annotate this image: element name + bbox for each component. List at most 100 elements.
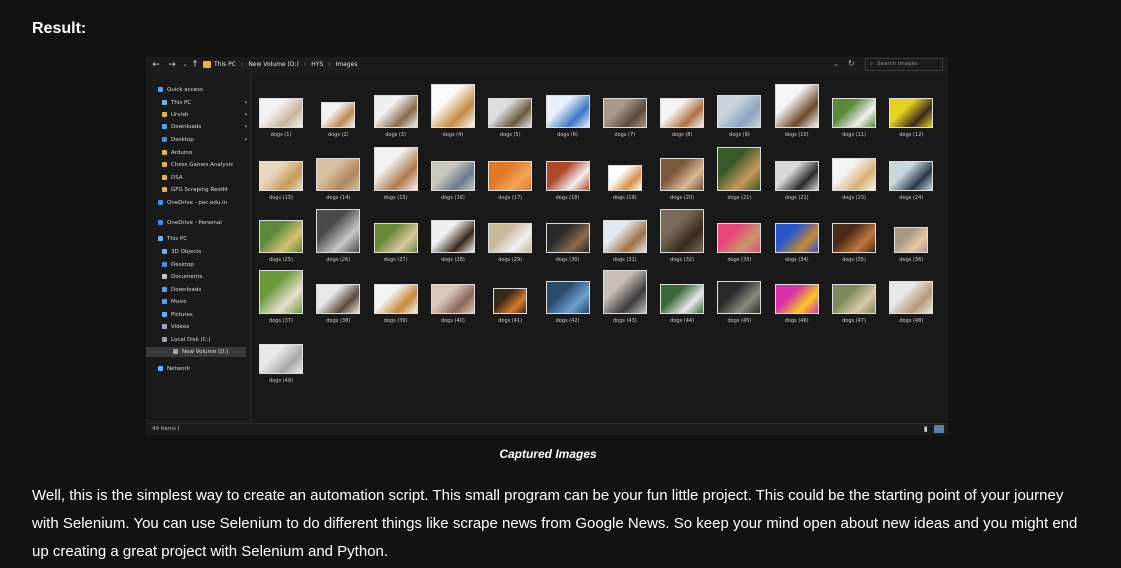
forward-arrow-icon[interactable]: → <box>166 59 178 71</box>
file-item[interactable]: dogs (44) <box>654 266 710 328</box>
pin-icon: ✦ <box>243 137 248 143</box>
file-item[interactable]: dogs (15) <box>368 143 424 205</box>
file-item[interactable]: dogs (34) <box>769 205 825 267</box>
file-item[interactable]: dogs (33) <box>711 205 767 267</box>
refresh-icon[interactable]: ↻ <box>848 59 855 68</box>
sidebar-item[interactable]: Desktop ✦ <box>162 135 252 145</box>
file-item[interactable]: dogs (36) <box>883 205 939 267</box>
sidebar-item[interactable]: OneDrive - Personal <box>158 218 248 228</box>
file-item[interactable]: dogs (18) <box>540 143 596 205</box>
breadcrumb-item[interactable]: HYS <box>311 61 323 68</box>
sidebar-item-label: Local Disk (C:) <box>171 337 211 343</box>
file-item[interactable]: dogs (46) <box>769 266 825 328</box>
details-view-icon[interactable]: ▮ <box>924 425 928 433</box>
breadcrumb-item[interactable]: Images <box>336 61 358 68</box>
file-item[interactable]: dogs (20) <box>654 143 710 205</box>
address-dropdown-icon[interactable]: ⌄ <box>833 60 839 68</box>
file-item[interactable]: dogs (40) <box>425 266 481 328</box>
file-item[interactable]: dogs (47) <box>826 266 882 328</box>
large-icons-view-icon[interactable] <box>934 425 944 433</box>
file-item[interactable]: dogs (12) <box>883 80 939 142</box>
file-item[interactable]: dogs (37) <box>253 266 309 328</box>
file-item[interactable]: dogs (31) <box>597 205 653 267</box>
folder-icon <box>162 175 167 180</box>
sidebar-item[interactable]: Arduino <box>162 148 252 158</box>
file-item[interactable]: dogs (38) <box>310 266 366 328</box>
search-input[interactable]: ⌕ Search Images <box>865 58 943 71</box>
sidebar-item[interactable]: New Volume (D:) <box>146 347 246 357</box>
breadcrumb[interactable]: This PC › New Volume (D:) › HYS › Images <box>214 61 359 68</box>
file-item[interactable]: dogs (24) <box>883 143 939 205</box>
file-item[interactable]: dogs (43) <box>597 266 653 328</box>
sidebar-item[interactable]: 3D Objects <box>162 247 252 257</box>
file-item[interactable]: dogs (42) <box>540 266 596 328</box>
file-item[interactable]: dogs (1) <box>253 80 309 142</box>
file-item[interactable]: dogs (6) <box>540 80 596 142</box>
sidebar-item[interactable]: Network <box>158 364 248 374</box>
file-name: dogs (47) <box>842 318 866 324</box>
file-item[interactable]: dogs (27) <box>368 205 424 267</box>
breadcrumb-item[interactable]: This PC <box>214 61 236 68</box>
sidebar-item[interactable]: Downloads ✦ <box>162 122 252 132</box>
file-item[interactable]: dogs (7) <box>597 80 653 142</box>
file-name: dogs (41) <box>498 318 523 324</box>
sidebar-item[interactable]: Urvish ✦ <box>162 110 252 120</box>
sidebar-item[interactable]: Local Disk (C:) <box>162 335 252 345</box>
file-item[interactable]: dogs (14) <box>310 143 366 205</box>
sidebar-item[interactable]: Chess Games Analysis <box>162 160 252 170</box>
sidebar-item[interactable]: This PC <box>158 234 248 244</box>
sidebar-item[interactable]: GFG Scraping Reddit <box>162 185 252 195</box>
image-thumbnail <box>660 158 705 191</box>
file-item[interactable]: dogs (2) <box>310 80 366 142</box>
file-item[interactable]: dogs (29) <box>482 205 538 267</box>
file-name: dogs (17) <box>498 195 523 201</box>
file-item[interactable]: dogs (13) <box>253 143 309 205</box>
file-item[interactable]: dogs (48) <box>883 266 939 328</box>
file-name: dogs (42) <box>555 318 580 324</box>
sidebar-item[interactable]: Videos <box>162 322 252 332</box>
sidebar-item[interactable]: DSA <box>162 173 252 183</box>
file-name: dogs (31) <box>612 257 637 263</box>
file-item[interactable]: dogs (11) <box>826 80 882 142</box>
file-item[interactable]: dogs (10) <box>769 80 825 142</box>
file-item[interactable]: dogs (39) <box>368 266 424 328</box>
breadcrumb-item[interactable]: New Volume (D:) <box>248 61 299 68</box>
image-thumbnail <box>373 95 418 128</box>
file-item[interactable]: dogs (23) <box>826 143 882 205</box>
file-item[interactable]: dogs (4) <box>425 80 481 142</box>
file-item[interactable]: dogs (45) <box>711 266 767 328</box>
image-thumbnail <box>545 95 590 128</box>
file-item[interactable]: dogs (41) <box>482 266 538 328</box>
sidebar-item[interactable]: This PC ✦ <box>162 98 252 108</box>
file-item[interactable]: dogs (32) <box>654 205 710 267</box>
file-name: dogs (40) <box>440 318 465 324</box>
cloud-icon <box>158 200 163 205</box>
sidebar-item[interactable]: Desktop <box>162 260 252 270</box>
sidebar-item[interactable]: OneDrive - pec.edu.in <box>158 198 248 208</box>
file-item[interactable]: dogs (19) <box>597 143 653 205</box>
file-item[interactable]: dogs (3) <box>368 80 424 142</box>
file-item[interactable]: dogs (16) <box>425 143 481 205</box>
file-item[interactable]: dogs (28) <box>425 205 481 267</box>
sidebar-item[interactable]: Documents <box>162 272 252 282</box>
file-item[interactable]: dogs (5) <box>482 80 538 142</box>
sidebar-item[interactable]: Quick access <box>158 85 248 95</box>
file-item[interactable]: dogs (49) <box>253 326 309 388</box>
file-item[interactable]: dogs (9) <box>711 80 767 142</box>
file-name: dogs (12) <box>899 132 924 138</box>
image-thumbnail <box>602 220 647 253</box>
file-item[interactable]: dogs (30) <box>540 205 596 267</box>
file-item[interactable]: dogs (26) <box>310 205 366 267</box>
sidebar-item[interactable]: Downloads <box>162 285 252 295</box>
image-thumbnail <box>774 223 819 253</box>
back-arrow-icon[interactable]: ← <box>150 59 162 71</box>
sidebar-item[interactable]: Music <box>162 297 252 307</box>
up-arrow-icon[interactable]: ↑ <box>189 59 201 71</box>
file-item[interactable]: dogs (35) <box>826 205 882 267</box>
file-item[interactable]: dogs (8) <box>654 80 710 142</box>
sidebar-item[interactable]: Pictures <box>162 310 252 320</box>
file-item[interactable]: dogs (21) <box>711 143 767 205</box>
file-item[interactable]: dogs (22) <box>769 143 825 205</box>
file-item[interactable]: dogs (25) <box>253 205 309 267</box>
file-item[interactable]: dogs (17) <box>482 143 538 205</box>
